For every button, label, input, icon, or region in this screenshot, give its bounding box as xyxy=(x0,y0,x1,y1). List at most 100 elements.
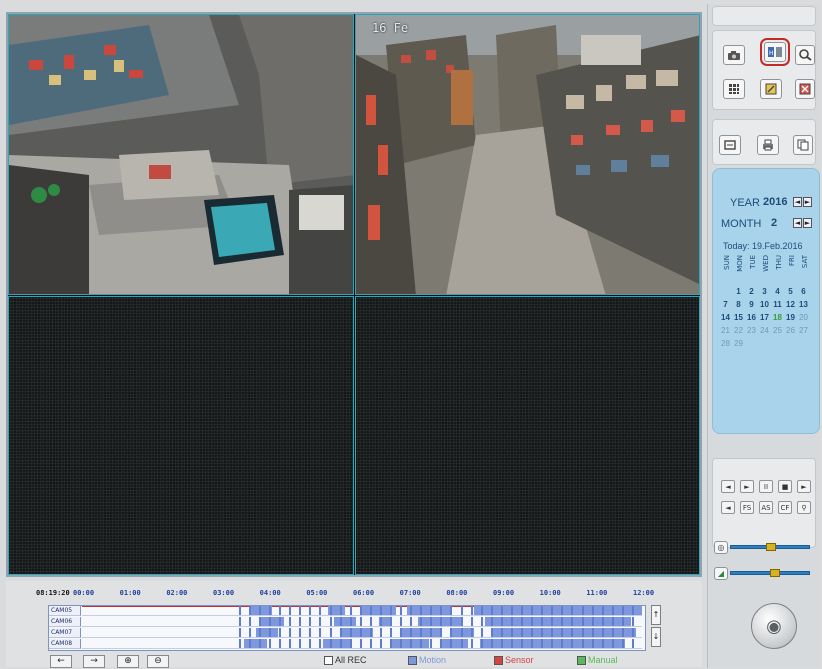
calendar-day[interactable]: 3 xyxy=(758,287,771,296)
search-zoom-icon[interactable] xyxy=(795,45,815,65)
play-button[interactable]: ► xyxy=(797,480,811,493)
timeline-forward-button[interactable]: → xyxy=(83,655,105,668)
camera-view-3[interactable] xyxy=(8,296,354,575)
export-icon[interactable] xyxy=(719,135,741,155)
recording-band[interactable] xyxy=(82,639,642,649)
recording-segment xyxy=(420,639,423,648)
volume-slider[interactable] xyxy=(730,569,810,577)
calendar-day[interactable]: 20 xyxy=(797,313,810,322)
recording-segment xyxy=(269,628,272,637)
forward-button[interactable]: ► xyxy=(740,480,754,493)
calendar-day[interactable]: 4 xyxy=(771,287,784,296)
camera-view-2[interactable]: 16 Fe xyxy=(355,14,700,295)
recording-segment xyxy=(359,606,362,615)
calendar-day[interactable]: 1 xyxy=(732,287,745,296)
recording-segment xyxy=(460,606,463,615)
speed-slider[interactable] xyxy=(730,543,810,551)
copy-icon[interactable] xyxy=(793,135,813,155)
calendar-day[interactable]: 10 xyxy=(758,300,771,309)
recording-band[interactable] xyxy=(82,628,642,638)
recording-segment xyxy=(309,639,312,648)
recording-band[interactable] xyxy=(82,617,642,627)
zoom-button[interactable]: ⚲ xyxy=(797,501,811,514)
step-back-button[interactable]: ◄ xyxy=(721,501,735,514)
year-prev-button[interactable]: ◄ xyxy=(793,197,802,207)
print-icon[interactable] xyxy=(757,135,779,155)
calendar-day[interactable]: 14 xyxy=(719,313,732,322)
recording-segment xyxy=(406,606,452,615)
rewind-button[interactable]: ◄ xyxy=(721,480,735,493)
scroll-down-button[interactable]: ↓ xyxy=(651,627,661,647)
year-next-button[interactable]: ► xyxy=(803,197,812,207)
cf-button[interactable]: CF xyxy=(778,501,792,514)
recording-segment xyxy=(440,639,469,648)
calendar-day[interactable]: 29 xyxy=(732,339,745,348)
calendar-day[interactable]: 23 xyxy=(745,326,758,335)
volume-slider-thumb[interactable] xyxy=(769,569,780,577)
recording-segment xyxy=(621,639,624,648)
as-button[interactable]: AS xyxy=(759,501,773,514)
camera-row-label: CAM08 xyxy=(49,639,81,649)
recording-segment xyxy=(551,606,554,615)
recording-segment xyxy=(601,606,604,615)
note-icon[interactable] xyxy=(760,79,782,99)
pause-button[interactable]: II xyxy=(759,480,773,493)
camera-icon[interactable] xyxy=(723,45,745,65)
stop-button[interactable]: ■ xyxy=(778,480,792,493)
grid-icon[interactable] xyxy=(723,79,745,99)
zoom-out-button[interactable]: ⊖ xyxy=(147,655,169,668)
calendar-day[interactable]: 2 xyxy=(745,287,758,296)
calendar-day[interactable]: 25 xyxy=(771,326,784,335)
calendar-day[interactable]: 5 xyxy=(784,287,797,296)
recording-segment xyxy=(369,606,372,615)
camera-view-4[interactable] xyxy=(355,296,700,575)
recording-segment xyxy=(510,639,513,648)
calendar-day[interactable]: 7 xyxy=(719,300,732,309)
scroll-up-button[interactable]: ↑ xyxy=(651,605,661,625)
calendar-day[interactable]: 13 xyxy=(797,300,810,309)
recording-segment xyxy=(450,639,453,648)
recording-segment xyxy=(400,606,403,615)
calendar-day[interactable]: 16 xyxy=(745,313,758,322)
fs-button[interactable]: FS xyxy=(740,501,754,514)
jog-dial-button[interactable]: ◉ xyxy=(751,603,797,649)
calendar-day[interactable]: 19 xyxy=(784,313,797,322)
recording-segment xyxy=(349,606,352,615)
recording-segment xyxy=(410,617,413,626)
calendar-day[interactable]: 6 xyxy=(797,287,810,296)
calendar-day[interactable]: 18 xyxy=(771,313,784,322)
month-next-button[interactable]: ► xyxy=(803,218,812,228)
recording-segment xyxy=(581,639,584,648)
calendar-day[interactable]: 17 xyxy=(758,313,771,322)
dual-screen-icon[interactable]: H xyxy=(760,38,790,66)
recording-segment xyxy=(309,628,312,637)
calendar-day[interactable]: 15 xyxy=(732,313,745,322)
close-box-icon[interactable] xyxy=(795,79,815,99)
recording-segment xyxy=(561,617,564,626)
timeline-back-button[interactable]: ← xyxy=(50,655,72,668)
recording-segment xyxy=(440,639,443,648)
weekday-wed: WED xyxy=(762,255,770,272)
calendar-day[interactable]: 22 xyxy=(732,326,745,335)
store-aisle-scene xyxy=(356,15,699,294)
calendar-day[interactable]: 11 xyxy=(771,300,784,309)
calendar-day[interactable]: 28 xyxy=(719,339,732,348)
calendar-day[interactable]: 9 xyxy=(745,300,758,309)
speed-slider-thumb[interactable] xyxy=(766,543,776,551)
recording-band[interactable] xyxy=(82,606,642,616)
calendar-day[interactable]: 27 xyxy=(797,326,810,335)
month-prev-button[interactable]: ◄ xyxy=(793,218,802,228)
zoom-in-button[interactable]: ⊕ xyxy=(117,655,139,668)
calendar-day[interactable]: 24 xyxy=(758,326,771,335)
calendar-day[interactable]: 12 xyxy=(784,300,797,309)
calendar-day[interactable]: 21 xyxy=(719,326,732,335)
legend-swatch xyxy=(494,655,503,665)
weekday-sun: SUN xyxy=(723,255,731,270)
recording-segment xyxy=(480,617,483,626)
recording-segment xyxy=(248,639,251,648)
camera-view-1[interactable] xyxy=(8,14,354,295)
recording-timeline[interactable]: CAM05 CAM06 CAM07 CAM08 xyxy=(48,605,646,651)
calendar-day[interactable]: 26 xyxy=(784,326,797,335)
recording-segment xyxy=(349,617,352,626)
calendar-day[interactable]: 8 xyxy=(732,300,745,309)
